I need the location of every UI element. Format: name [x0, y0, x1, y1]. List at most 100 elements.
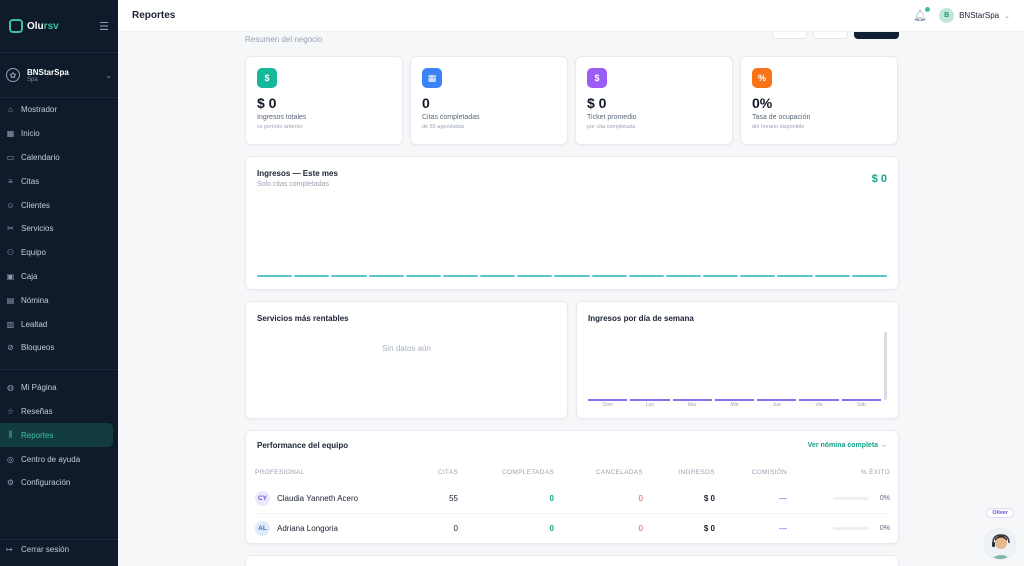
- notification-dot: [925, 7, 931, 12]
- gear-icon: ⚙: [6, 478, 15, 488]
- payroll-icon: ▤: [6, 295, 15, 305]
- weekday-bar: [672, 399, 712, 401]
- kpi-label: Ticket promedio: [587, 114, 637, 121]
- kpi-icon: %: [752, 68, 772, 88]
- globe-icon: ◍: [7, 383, 14, 393]
- success-percent: 0%: [879, 494, 890, 502]
- assistant-avatar-icon[interactable]: [984, 528, 1016, 560]
- business-name: BNStarSpa: [27, 67, 69, 77]
- sidebar-item-bloqueos[interactable]: ⊘ Bloqueos: [0, 336, 118, 360]
- income-bar: [554, 275, 590, 277]
- income-bar: [405, 275, 441, 277]
- sidebar: Olursv ☰ ✿ BNStarSpa Spa ⌄ ⌂ Mostrador ▦ In…: [0, 0, 118, 566]
- star-icon: ☆: [6, 406, 15, 416]
- calendar-icon: ▭: [6, 152, 15, 162]
- citas-cell: 0: [453, 524, 458, 533]
- income-bar: [331, 275, 367, 277]
- column-header: PROFESIONAL: [255, 468, 305, 476]
- sidebar-item-label: Mi Página: [21, 383, 57, 393]
- kpi-value: 0%: [752, 95, 773, 111]
- team-table: PROFESIONAL CITAS COMPLETADAS CANCELADAS ING…: [254, 467, 890, 543]
- menu-toggle-icon[interactable]: ☰: [99, 20, 109, 33]
- sidebar-item-inicio[interactable]: ▦ Inicio: [0, 122, 118, 146]
- bell-icon[interactable]: 🔔︎: [913, 7, 931, 22]
- sidebar-item-equipo[interactable]: ⚇ Equipo: [0, 241, 118, 265]
- sidebar-item-lealtad[interactable]: ▥ Lealtad: [0, 312, 118, 336]
- scissors-icon: ✂: [7, 224, 14, 234]
- weekday-title: Ingresos por día de semana: [588, 314, 694, 323]
- filter-button[interactable]: [813, 32, 848, 39]
- income-chart: [257, 273, 887, 277]
- header-actions: [772, 32, 899, 39]
- view-payroll-link[interactable]: Ver nómina completa →: [808, 442, 887, 449]
- nav-divider: [0, 368, 118, 370]
- logout-button[interactable]: ↦ Cerrar sesión: [0, 539, 118, 559]
- income-total: $ 0: [871, 173, 887, 185]
- kpi-value: 0: [422, 95, 430, 111]
- sidebar-item-mostrador[interactable]: ⌂ Mostrador: [0, 98, 118, 122]
- avatar: AL: [255, 521, 270, 536]
- business-type: Spa: [27, 76, 38, 83]
- completadas-cell: 0: [549, 493, 554, 503]
- user-menu[interactable]: B BNStarSpa ⌄: [939, 8, 1010, 23]
- income-bar: [294, 275, 330, 277]
- table-row[interactable]: CY Claudia Yanneth Acero 55 0 0 $ 0 — 0%: [254, 483, 890, 513]
- avatar: B: [939, 8, 955, 23]
- sidebar-item-centro-de-ayuda[interactable]: ◎ Centro de ayuda: [0, 447, 118, 471]
- weekday-tick-label: Lun: [645, 402, 655, 408]
- business-avatar-icon: ✿: [6, 68, 20, 82]
- sidebar-item-label: Reportes: [21, 430, 54, 440]
- income-bar: [591, 275, 627, 277]
- column-header: CANCELADAS: [595, 468, 643, 476]
- grid-icon: ▦: [6, 129, 15, 139]
- sidebar-item-reseñas[interactable]: ☆ Reseñas: [0, 400, 118, 424]
- weekday-tick-label: Jue: [772, 402, 781, 408]
- sidebar-item-clientes[interactable]: ☺ Clientes: [0, 193, 118, 217]
- weekday-bar: [799, 399, 839, 401]
- sidebar-item-label: Configuración: [21, 478, 71, 488]
- kpi-value: $ 0: [257, 95, 277, 111]
- column-header: INGRESOS: [678, 468, 715, 476]
- sidebar-item-label: Reseñas: [21, 406, 53, 416]
- income-bar: [777, 275, 813, 277]
- professional-name: Claudia Yanneth Acero: [277, 493, 359, 503]
- sidebar-item-calendario[interactable]: ▭ Calendario: [0, 146, 118, 170]
- success-progress-bar: [832, 527, 869, 530]
- weekday-bar: [757, 399, 797, 401]
- column-header: CITAS: [437, 468, 458, 476]
- success-progress-bar: [832, 496, 869, 500]
- income-title: Ingresos — Este mes: [257, 169, 338, 178]
- weekday-tick-label: Vie: [815, 402, 823, 408]
- income-bar: [517, 275, 553, 277]
- sidebar-item-caja[interactable]: ▣ Caja: [0, 265, 118, 289]
- chart-scrollbar[interactable]: [884, 332, 887, 400]
- gift-icon: ▥: [6, 319, 15, 329]
- sidebar-item-nómina[interactable]: ▤ Nómina: [0, 288, 118, 312]
- income-bar: [851, 275, 887, 277]
- next-card: [245, 555, 899, 566]
- page-title: Reportes: [132, 10, 176, 21]
- cash-icon: ▣: [6, 271, 15, 281]
- weekday-bar: [630, 399, 670, 401]
- export-button[interactable]: [854, 32, 899, 39]
- chevron-down-icon: ⌄: [1004, 12, 1010, 20]
- sidebar-item-label: Inicio: [21, 129, 40, 139]
- income-bar: [442, 275, 479, 277]
- sidebar-item-servicios[interactable]: ✂ Servicios: [0, 217, 118, 241]
- table-row[interactable]: AL Adriana Longoria 0 0 0 $ 0 — 0%: [254, 513, 890, 543]
- sidebar-item-configuración[interactable]: ⚙ Configuración: [0, 471, 118, 495]
- help-icon: ◎: [7, 454, 14, 464]
- sidebar-item-reportes[interactable]: ⫼ Reportes: [0, 423, 113, 448]
- professional-cell: AL Adriana Longoria: [254, 521, 406, 536]
- services-title: Servicios más rentables: [257, 314, 349, 323]
- calendar-logo-icon: [9, 19, 23, 33]
- weekday-chart: Dom Lun Mar Mié Jue Vie Sáb: [588, 332, 887, 408]
- business-switcher[interactable]: ✿ BNStarSpa Spa ⌄: [0, 62, 118, 98]
- sidebar-item-label: Clientes: [21, 200, 50, 210]
- sidebar-item-label: Citas: [21, 176, 40, 186]
- sidebar-item-citas[interactable]: ≡ Citas: [0, 169, 118, 193]
- weekday-tick-label: Mié: [730, 402, 739, 408]
- period-button[interactable]: [772, 32, 807, 39]
- assistant-name-badge: Oliver: [986, 508, 1014, 518]
- sidebar-item-mi-página[interactable]: ◍ Mi Página: [0, 376, 118, 400]
